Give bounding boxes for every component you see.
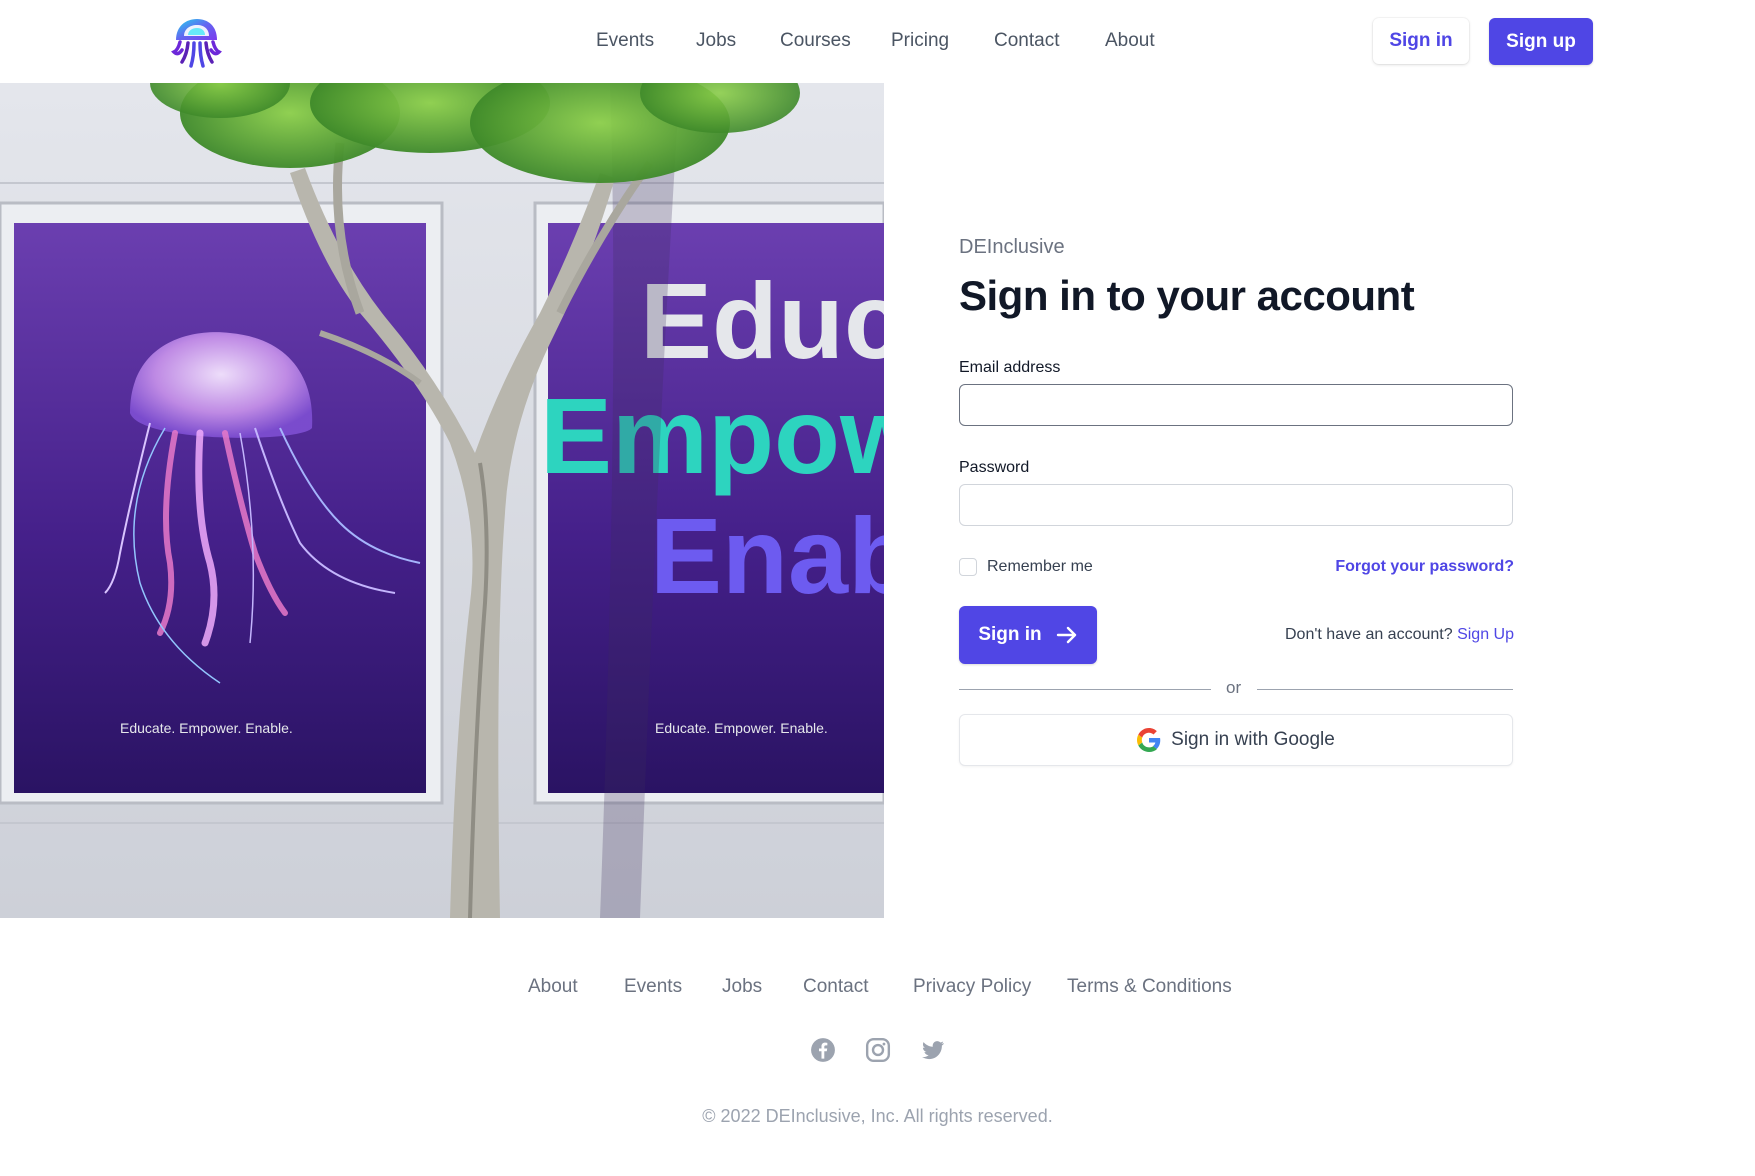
divider-or: or xyxy=(1226,678,1242,697)
footer-link-terms[interactable]: Terms & Conditions xyxy=(1067,976,1232,998)
copyright: © 2022 DEInclusive, Inc. All rights rese… xyxy=(702,1106,1053,1126)
password-field[interactable] xyxy=(959,484,1513,526)
signup-link[interactable]: Sign Up xyxy=(1457,626,1514,643)
footer-link-events[interactable]: Events xyxy=(624,976,682,998)
poster-word-2: Empow xyxy=(540,375,884,496)
nav-jobs[interactable]: Jobs xyxy=(696,30,736,52)
poster-right-caption: Educate. Empower. Enable. xyxy=(655,720,828,736)
nav-events[interactable]: Events xyxy=(596,30,654,52)
footer-link-about[interactable]: About xyxy=(528,976,578,998)
footer-link-privacy[interactable]: Privacy Policy xyxy=(913,976,1031,998)
page-title: Sign in to your account xyxy=(959,272,1415,319)
nav-courses[interactable]: Courses xyxy=(780,30,851,52)
nav-contact[interactable]: Contact xyxy=(994,30,1059,52)
remember-me-checkbox[interactable] xyxy=(959,558,977,576)
footer-link-contact[interactable]: Contact xyxy=(803,976,868,998)
instagram-icon[interactable] xyxy=(865,1037,891,1063)
poster-word-1: Educ xyxy=(640,260,884,381)
sign-in-button[interactable]: Sign in xyxy=(959,606,1097,664)
sign-in-button-label: Sign in xyxy=(978,624,1042,645)
divider-right xyxy=(1257,689,1513,690)
header: Events Jobs Courses Pricing Contact Abou… xyxy=(0,0,1755,83)
brand-name: DEInclusive xyxy=(959,236,1065,258)
signup-prompt-text: Don't have an account? xyxy=(1285,626,1453,643)
nav-pricing[interactable]: Pricing xyxy=(891,30,949,52)
remember-me-label[interactable]: Remember me xyxy=(987,558,1093,576)
hero-illustration: Educate. Empower. Enable. Educ Empow Ena… xyxy=(0,83,884,918)
signup-prompt: Don't have an account? Sign Up xyxy=(1285,626,1514,644)
email-field[interactable] xyxy=(959,384,1513,426)
divider-left xyxy=(959,689,1211,690)
email-label: Email address xyxy=(959,359,1061,376)
arrow-right-icon xyxy=(1056,626,1076,644)
poster-left-caption: Educate. Empower. Enable. xyxy=(120,720,293,736)
nav-about[interactable]: About xyxy=(1105,30,1155,52)
poster-word-3: Enab xyxy=(650,495,884,616)
google-icon xyxy=(1137,728,1161,752)
header-sign-up-button[interactable]: Sign up xyxy=(1489,18,1593,65)
password-label: Password xyxy=(959,459,1030,476)
google-sign-in-button[interactable]: Sign in with Google xyxy=(959,714,1513,766)
twitter-icon[interactable] xyxy=(920,1037,946,1063)
facebook-icon[interactable] xyxy=(810,1037,836,1063)
forgot-password-link[interactable]: Forgot your password? xyxy=(1335,558,1514,576)
header-sign-in-button[interactable]: Sign in xyxy=(1373,18,1469,64)
google-sign-in-label: Sign in with Google xyxy=(1171,729,1335,750)
hero-image: Educate. Empower. Enable. Educ Empow Ena… xyxy=(0,83,884,918)
footer-link-jobs[interactable]: Jobs xyxy=(722,976,762,998)
